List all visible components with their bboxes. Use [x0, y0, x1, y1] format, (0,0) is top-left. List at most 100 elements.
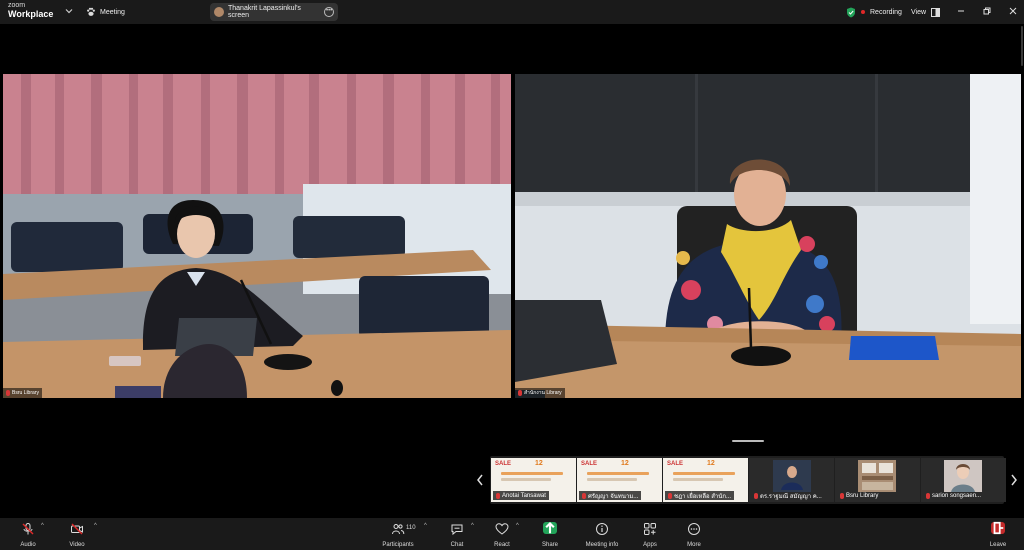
slide-title: SALE [495, 461, 512, 467]
participant-count: 110 [406, 525, 416, 531]
muted-mic-icon [840, 492, 844, 499]
muted-mic-icon [668, 492, 672, 499]
participant-name-tag: Bsru Library [3, 388, 42, 398]
recording-label: Recording [870, 8, 902, 16]
muted-mic-icon [926, 492, 930, 499]
participant-thumbnail[interactable]: Bsru Library [835, 458, 920, 502]
share-screen-icon [543, 521, 557, 534]
close-icon [1009, 7, 1017, 15]
slide-banner [587, 472, 649, 475]
leave-button[interactable]: Leave [988, 521, 1008, 548]
participant-name: Anotai Tansawat [502, 492, 546, 499]
participant-label: Anotai Tansawat [493, 491, 549, 500]
chevron-left-icon [477, 474, 483, 486]
recording-indicator[interactable]: Recording [846, 5, 902, 19]
video-label: Video [69, 542, 85, 548]
brand-name: Workplace [8, 9, 54, 19]
view-button[interactable]: View [911, 5, 941, 19]
scrollbar[interactable] [1021, 26, 1023, 66]
slide-number: 12 [535, 460, 543, 467]
audio-label: Audio [20, 542, 36, 548]
restore-button[interactable] [980, 4, 994, 18]
participant-thumbnail[interactable]: SALE 12 Anotai Tansawat [491, 458, 576, 502]
chat-button[interactable]: Chat [448, 522, 466, 548]
apps-icon [644, 523, 656, 535]
share-label: Share [541, 542, 558, 548]
more-options-icon[interactable]: ••• [324, 7, 334, 17]
chat-label: Chat [450, 542, 464, 548]
view-label: View [911, 8, 927, 16]
slide-banner [673, 472, 735, 475]
chevron-right-icon [1011, 474, 1017, 486]
participant-thumbnail[interactable]: SALE 12 ชฎา เยื่อเหลือ สำนัก... [663, 458, 748, 502]
participants-label: Participants [382, 542, 414, 548]
apps-button[interactable]: Apps [640, 522, 660, 548]
participant-strip: SALE 12 Anotai Tansawat SALE 12 ศรัญญา จ… [490, 456, 1006, 504]
muted-mic-icon [754, 492, 758, 499]
chat-options-icon[interactable]: ^ [471, 523, 474, 529]
react-label: React [494, 542, 510, 548]
video-tile-left[interactable]: Bsru Library [3, 74, 511, 398]
strip-prev-button[interactable] [474, 470, 486, 490]
info-icon [596, 523, 608, 535]
slide-banner [501, 478, 551, 481]
video-tile-right[interactable]: สำนักงาน Library [515, 74, 1021, 398]
app-logo[interactable]: zoom Workplace [8, 2, 53, 19]
slide-number: 12 [621, 460, 629, 467]
participant-thumbnail[interactable]: sarion songsaen... [921, 458, 1006, 502]
participant-thumbnail[interactable]: SALE 12 ศรัญญา จันทนาม... [577, 458, 662, 502]
participant-label: sarion songsaen... [923, 491, 984, 500]
apps-label: Apps [643, 542, 657, 548]
minimize-icon [958, 10, 964, 12]
leave-icon [991, 521, 1005, 535]
video-options-icon[interactable]: ^ [94, 523, 97, 529]
participant-label: ศรัญญา จันทนาม... [579, 491, 642, 500]
avatar [214, 7, 224, 17]
participant-name: สำนักงาน Library [524, 390, 562, 396]
screen-share-indicator[interactable]: Thanakrit Lapassinkul's screen ••• [210, 3, 338, 21]
title-bar: zoom Workplace Meeting Thanakrit Lapassi… [0, 0, 1024, 24]
participant-name: ชฎา เยื่อเหลือ สำนัก... [674, 493, 732, 500]
chevron-down-icon[interactable] [63, 5, 75, 17]
participant-name: Bsru Library [846, 492, 879, 499]
participants-options-icon[interactable]: ^ [424, 523, 427, 529]
strip-next-button[interactable] [1008, 470, 1020, 490]
video-feed-right [515, 74, 1021, 398]
participant-name-tag: สำนักงาน Library [515, 388, 565, 398]
video-button[interactable]: Video [67, 522, 87, 548]
minimize-button[interactable] [954, 4, 968, 18]
participant-thumbnail[interactable]: ดร.ราฐมณี สมัญญา ค... [749, 458, 834, 502]
meeting-info-button[interactable]: Meeting info [582, 522, 622, 548]
participants-icon [392, 524, 405, 535]
meeting-info-label: Meeting info [585, 542, 619, 548]
paw-icon [87, 7, 95, 16]
participant-label: ชฎา เยื่อเหลือ สำนัก... [665, 491, 735, 500]
share-screen-button[interactable]: Share [540, 521, 560, 548]
participant-name: Bsru Library [12, 390, 39, 396]
react-button[interactable]: React [492, 522, 512, 548]
grid-view-icon [931, 7, 941, 17]
slide-title: SALE [581, 461, 598, 467]
strip-resize-handle[interactable] [732, 440, 764, 442]
brand-small: zoom [8, 2, 26, 9]
slide-banner [587, 478, 637, 481]
muted-mic-icon [518, 390, 522, 396]
participant-label: ดร.ราฐมณี สมัญญา ค... [751, 491, 825, 500]
share-label: Thanakrit Lapassinkul's screen [228, 5, 301, 19]
slide-number: 12 [707, 460, 715, 467]
participant-name: ดร.ราฐมณี สมัญญา ค... [760, 493, 822, 500]
close-button[interactable] [1006, 4, 1020, 18]
participant-name: ศรัญญา จันทนาม... [588, 493, 639, 500]
slide-banner [673, 478, 723, 481]
participant-name: sarion songsaen... [932, 492, 982, 499]
audio-options-icon[interactable]: ^ [41, 523, 44, 529]
react-options-icon[interactable]: ^ [516, 523, 519, 529]
more-label: More [687, 542, 701, 548]
more-button[interactable]: More [684, 522, 704, 548]
meeting-toolbar: Audio ^ Video ^ Participants 110 ^ Chat … [0, 518, 1024, 550]
muted-mic-icon [496, 492, 500, 499]
audio-button[interactable]: Audio [18, 522, 38, 548]
more-icon [688, 523, 700, 535]
shield-check-icon [847, 7, 855, 17]
meeting-tab[interactable]: Meeting [86, 5, 125, 19]
